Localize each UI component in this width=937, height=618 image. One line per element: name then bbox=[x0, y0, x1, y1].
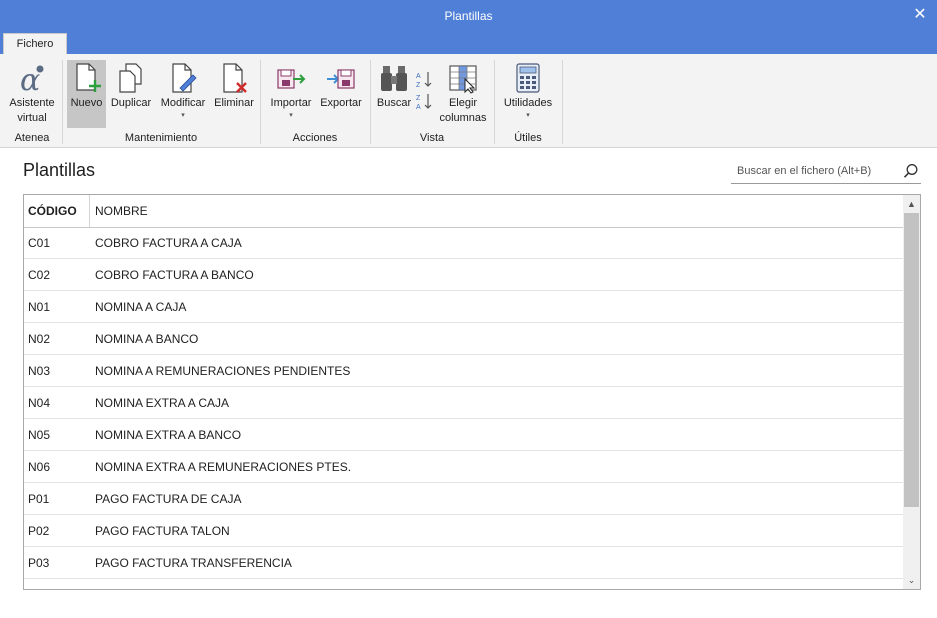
import-icon bbox=[275, 60, 307, 94]
search-placeholder: Buscar en el fichero (Alt+B) bbox=[737, 164, 872, 177]
cell-nombre: COBRO FACTURA A CAJA bbox=[95, 235, 242, 250]
svg-text:Z: Z bbox=[416, 95, 421, 102]
modificar-dropdown-icon: ▾ bbox=[181, 112, 185, 119]
title-bar: Plantillas ✕ bbox=[0, 0, 937, 31]
delete-document-icon bbox=[218, 60, 250, 94]
utilidades-button[interactable]: Utilidades ▾ bbox=[499, 60, 557, 120]
page-title: Plantillas bbox=[23, 160, 96, 180]
table-row[interactable]: P02 PAGO FACTURA TALON bbox=[24, 515, 904, 547]
scrollbar-thumb[interactable] bbox=[904, 213, 919, 507]
buscar-button[interactable]: Buscar bbox=[374, 60, 414, 111]
cell-codigo: N01 bbox=[28, 299, 51, 314]
edit-document-icon bbox=[167, 60, 199, 94]
exportar-label: Exportar bbox=[320, 97, 362, 109]
choose-columns-icon bbox=[447, 60, 479, 94]
ribbon-separator bbox=[562, 60, 563, 144]
templates-table: CÓDIGO NOMBRE C01 COBRO FACTURA A CAJA C… bbox=[23, 194, 921, 590]
table-row[interactable]: N01 NOMINA A CAJA bbox=[24, 291, 904, 323]
column-header-nombre[interactable]: NOMBRE bbox=[90, 195, 904, 227]
exportar-button[interactable]: Exportar bbox=[317, 60, 365, 111]
group-label-atenea: Atenea bbox=[14, 132, 50, 144]
elegir-label-2: columnas bbox=[439, 112, 487, 124]
scroll-up-icon[interactable]: ▲ bbox=[903, 195, 920, 212]
table-row[interactable]: N04 NOMINA EXTRA A CAJA bbox=[24, 387, 904, 419]
table-row[interactable]: N05 NOMINA EXTRA A BANCO bbox=[24, 419, 904, 451]
cell-codigo: N06 bbox=[28, 459, 51, 474]
scroll-down-icon[interactable]: ⌄ bbox=[903, 572, 920, 589]
tab-fichero[interactable]: Fichero bbox=[3, 33, 67, 54]
duplicar-button[interactable]: Duplicar bbox=[108, 60, 154, 111]
ribbon-tab-row: Fichero bbox=[0, 31, 937, 54]
utilidades-label: Utilidades bbox=[503, 97, 553, 109]
importar-dropdown-icon: ▾ bbox=[289, 112, 293, 119]
duplicate-icon bbox=[115, 60, 147, 94]
group-label-utiles: Útiles bbox=[514, 132, 542, 144]
search-input[interactable]: Buscar en el fichero (Alt+B) bbox=[731, 158, 921, 184]
cell-codigo: N04 bbox=[28, 395, 51, 410]
eliminar-label: Eliminar bbox=[214, 97, 254, 109]
binoculars-icon bbox=[378, 60, 410, 94]
cell-nombre: NOMINA EXTRA A REMUNERACIONES PTES. bbox=[95, 459, 352, 474]
modificar-label: Modificar bbox=[160, 97, 206, 109]
table-row[interactable]: P03 PAGO FACTURA TRANSFERENCIA bbox=[24, 547, 904, 579]
asistente-label-1: Asistente bbox=[9, 97, 55, 109]
cell-nombre: NOMINA A BANCO bbox=[95, 331, 199, 346]
column-header-codigo[interactable]: CÓDIGO bbox=[24, 195, 90, 227]
cell-nombre: NOMINA EXTRA A CAJA bbox=[95, 395, 230, 410]
cell-nombre: NOMINA A REMUNERACIONES PENDIENTES bbox=[95, 363, 351, 378]
cell-nombre: PAGO FACTURA DE CAJA bbox=[95, 491, 242, 506]
table-row[interactable]: C01 COBRO FACTURA A CAJA bbox=[24, 227, 904, 259]
table-row[interactable]: P01 PAGO FACTURA DE CAJA bbox=[24, 483, 904, 515]
vertical-scrollbar[interactable]: ▲ ⌄ bbox=[903, 195, 920, 589]
cell-codigo: N05 bbox=[28, 427, 51, 442]
calculator-icon bbox=[512, 60, 544, 94]
group-label-acciones: Acciones bbox=[292, 132, 338, 144]
cell-codigo: C02 bbox=[28, 267, 51, 282]
table-row[interactable]: N06 NOMINA EXTRA A REMUNERACIONES PTES. bbox=[24, 451, 904, 483]
sort-ascending-icon[interactable]: A Z bbox=[415, 70, 433, 89]
elegir-label-1: Elegir bbox=[448, 97, 478, 109]
cell-codigo: P03 bbox=[28, 555, 50, 570]
cell-codigo: P01 bbox=[28, 491, 50, 506]
close-icon[interactable]: ✕ bbox=[911, 5, 929, 23]
cell-codigo: N03 bbox=[28, 363, 51, 378]
cell-nombre: NOMINA EXTRA A BANCO bbox=[95, 427, 242, 442]
cell-nombre: PAGO FACTURA TRANSFERENCIA bbox=[95, 555, 292, 570]
table-row[interactable]: C02 COBRO FACTURA A BANCO bbox=[24, 259, 904, 291]
cell-codigo: C01 bbox=[28, 235, 51, 250]
cell-nombre: PAGO FACTURA TALON bbox=[95, 523, 230, 538]
duplicar-label: Duplicar bbox=[110, 97, 152, 109]
svg-text:A: A bbox=[416, 104, 421, 110]
ribbon: α Asistente virtual Atenea Nuevo Duplica… bbox=[0, 54, 937, 148]
search-icon[interactable] bbox=[901, 161, 921, 181]
new-document-icon bbox=[71, 60, 103, 94]
cell-nombre: COBRO FACTURA A BANCO bbox=[95, 267, 254, 282]
svg-text:A: A bbox=[416, 73, 421, 80]
eliminar-button[interactable]: Eliminar bbox=[212, 60, 256, 111]
nuevo-label: Nuevo bbox=[70, 97, 103, 109]
elegir-columnas-button[interactable]: Elegir columnas bbox=[436, 60, 490, 126]
group-label-vista: Vista bbox=[419, 132, 445, 144]
cell-nombre: NOMINA A CAJA bbox=[95, 299, 187, 314]
table-row[interactable]: N02 NOMINA A BANCO bbox=[24, 323, 904, 355]
asistente-label-2: virtual bbox=[17, 112, 47, 124]
svg-text:Z: Z bbox=[416, 82, 421, 88]
asistente-virtual-button[interactable]: α Asistente virtual bbox=[5, 60, 59, 126]
table-header: CÓDIGO NOMBRE bbox=[24, 195, 904, 228]
importar-label: Importar bbox=[270, 97, 312, 109]
group-label-mantenimiento: Mantenimiento bbox=[124, 132, 198, 144]
buscar-label: Buscar bbox=[376, 97, 412, 109]
export-icon bbox=[325, 60, 357, 94]
modificar-button[interactable]: Modificar ▾ bbox=[157, 60, 209, 120]
alpha-icon: α bbox=[16, 60, 48, 94]
window-title: Plantillas bbox=[444, 8, 493, 23]
nuevo-button[interactable]: Nuevo bbox=[67, 60, 106, 128]
cell-codigo: P02 bbox=[28, 523, 50, 538]
sort-descending-icon[interactable]: Z A bbox=[415, 92, 433, 111]
importar-button[interactable]: Importar ▾ bbox=[267, 60, 315, 120]
utilidades-dropdown-icon: ▾ bbox=[526, 112, 530, 119]
cell-codigo: N02 bbox=[28, 331, 51, 346]
table-row[interactable]: N03 NOMINA A REMUNERACIONES PENDIENTES bbox=[24, 355, 904, 387]
